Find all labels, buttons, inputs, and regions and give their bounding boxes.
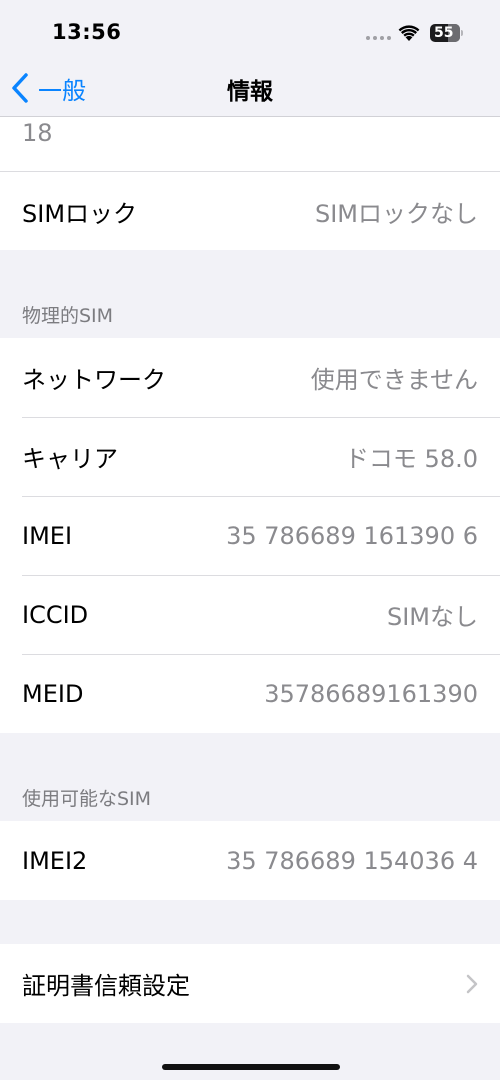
physical-sim-group: ネットワーク 使用できません キャリア ドコモ 58.0 IMEI 35 786… [0, 338, 500, 733]
sim-lock-row: SIMロック SIMロックなし [0, 171, 500, 250]
physical-sim-header-area: 物理的SIM [0, 250, 500, 338]
status-time: 13:56 [52, 20, 122, 44]
imei2-value: 35 786689 154036 4 [226, 846, 478, 875]
network-value: 使用できません [310, 366, 478, 394]
meid-row: MEID 35786689161390 [0, 654, 500, 733]
available-sim-group: IMEI2 35 786689 154036 4 [0, 821, 500, 900]
settings-list: 18 SIMロック SIMロックなし 物理的SIM ネットワーク 使用できません… [0, 117, 500, 1023]
network-row: ネットワーク 使用できません [0, 338, 500, 417]
imei2-label: IMEI2 [22, 846, 88, 875]
iccid-label: ICCID [22, 600, 89, 629]
carrier-value: ドコモ 58.0 [344, 445, 478, 473]
sim-lock-group: SIMロック SIMロックなし [0, 171, 500, 250]
iccid-row: ICCID SIMなし [0, 575, 500, 654]
page-title: 情報 [227, 79, 273, 105]
carrier-row: キャリア ドコモ 58.0 [0, 417, 500, 496]
sim-lock-label: SIMロック [22, 199, 138, 228]
imei2-row: IMEI2 35 786689 154036 4 [0, 821, 500, 900]
meid-value: 35786689161390 [264, 679, 478, 708]
chevron-right-icon [466, 974, 478, 993]
sim-lock-value: SIMロックなし [314, 199, 478, 228]
meid-label: MEID [22, 679, 84, 708]
battery-level: 55 [434, 25, 454, 41]
certificate-trust-settings-row[interactable]: 証明書信頼設定 [0, 944, 500, 1023]
section-header-physical-sim: 物理的SIM [22, 305, 114, 327]
iccid-value: SIMなし [386, 603, 478, 631]
wifi-icon [398, 25, 420, 41]
imei-row: IMEI 35 786689 161390 6 [0, 496, 500, 575]
cellular-dots-icon [366, 36, 391, 40]
imei-label: IMEI [22, 521, 73, 550]
certificate-group: 証明書信頼設定 [0, 944, 500, 1023]
available-sim-header-area: 使用可能なSIM [0, 733, 500, 821]
partial-row-value: 18 [22, 119, 53, 147]
home-indicator[interactable] [162, 1064, 340, 1070]
navigation-bar: 一般 情報 [0, 62, 500, 117]
certificate-trust-label: 証明書信頼設定 [22, 972, 190, 1000]
carrier-label: キャリア [22, 445, 118, 473]
network-label: ネットワーク [22, 366, 166, 394]
section-header-available-sim: 使用可能なSIM [22, 788, 152, 810]
imei-value: 35 786689 161390 6 [226, 521, 478, 550]
battery-icon: 55 [430, 24, 460, 42]
battery-tip [461, 30, 463, 36]
list-item-partial: 18 [0, 117, 500, 171]
status-bar: 13:56 55 [0, 0, 500, 62]
